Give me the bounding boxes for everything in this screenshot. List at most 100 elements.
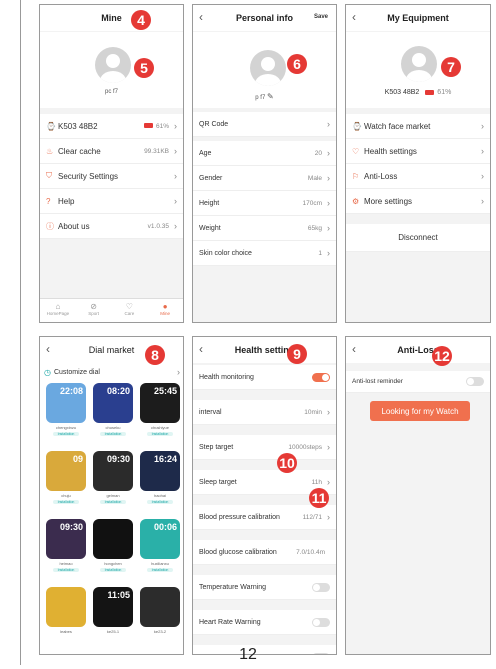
health-row[interactable]: interval 10min ›: [193, 400, 336, 425]
personal-rows: QR Code › Age 20 › Gender Male › Height 170cm › Wei…: [193, 112, 336, 266]
watch-face-name: chuseku: [105, 425, 121, 430]
callout-badge: 11: [309, 488, 329, 508]
chevron-right-icon: ›: [327, 173, 330, 183]
callout-badge: 9: [287, 344, 307, 364]
nav-homepage[interactable]: ⌂ HomePage: [40, 299, 76, 322]
personal-row[interactable]: Age 20 ›: [193, 141, 336, 166]
health-settings-screen: ‹ Health setting 9 Health monitoring inte…: [192, 336, 337, 655]
callout-badge: 7: [441, 57, 461, 77]
chevron-right-icon: ›: [174, 221, 177, 231]
watch-face-item[interactable]: 11:05 ke25-1: [93, 587, 133, 634]
health-rows: Health monitoring interval 10min › Step targ…: [193, 365, 336, 654]
nav-mine[interactable]: ● Mine: [147, 299, 183, 322]
sport-icon: ⊘: [90, 302, 97, 311]
page-title: My Equipment: [387, 13, 449, 23]
install-button[interactable]: Installation: [147, 432, 173, 436]
shield-icon: ⛉: [46, 171, 52, 180]
install-button[interactable]: Installation: [100, 500, 126, 504]
watch-face-item[interactable]: 22:08 chengxinzu Installation: [46, 383, 86, 436]
profile-section: 5 pc f7: [40, 32, 183, 108]
chevron-right-icon: ›: [481, 171, 484, 181]
edit-icon[interactable]: ✎: [267, 92, 274, 101]
chevron-right-icon: ›: [327, 248, 330, 258]
watch-face-name: gelman: [106, 493, 120, 498]
health-row[interactable]: Heart Rate Warning: [193, 610, 336, 635]
toggle-switch[interactable]: [312, 372, 330, 382]
nav-sport[interactable]: ⊘ Sport: [76, 299, 112, 322]
watch-face-name: haohai: [153, 493, 166, 498]
gear-icon: ⚙: [352, 196, 360, 206]
more-settings-row[interactable]: ⚙ More settings ›: [346, 189, 490, 214]
watch-face-item[interactable]: 16:24 haohai Installation: [140, 451, 180, 504]
page-number: 12: [239, 646, 257, 663]
personal-header: ‹ Personal info Save: [193, 5, 336, 31]
back-button[interactable]: ‹: [199, 342, 203, 356]
install-button[interactable]: Installation: [100, 432, 126, 436]
save-button[interactable]: Save: [314, 14, 328, 20]
watch-face-item[interactable]: 00:06 huxilianxu Installation: [140, 519, 180, 572]
install-button[interactable]: Installation: [100, 568, 126, 572]
install-button[interactable]: Installation: [147, 568, 173, 572]
watch-face-item[interactable]: 08:20 chuseku Installation: [93, 383, 133, 436]
watch-face-preview: 16:24: [140, 451, 180, 491]
device-name: K503 48B2: [384, 89, 420, 96]
watch-face-item[interactable]: ke23-2: [140, 587, 180, 634]
health-row[interactable]: Blood glucose calibration 7.0/10.4m: [193, 540, 336, 565]
install-button[interactable]: Installation: [53, 432, 79, 436]
health-row[interactable]: Health monitoring: [193, 365, 336, 390]
toggle-switch[interactable]: [312, 582, 330, 592]
nav-care[interactable]: ♡ Care: [112, 299, 148, 322]
health-row[interactable]: Blood pressure calibration 112/71 ›: [193, 505, 336, 530]
install-button[interactable]: Installation: [53, 500, 79, 504]
personal-row[interactable]: Height 170cm ›: [193, 191, 336, 216]
watch-face-preview: 09:30: [93, 451, 133, 491]
back-button[interactable]: ‹: [46, 342, 50, 356]
callout-badge: 12: [432, 346, 452, 366]
health-icon: ♡: [352, 146, 360, 156]
battery-icon: [425, 89, 435, 95]
watch-face-name: chengxinzu: [55, 425, 77, 430]
back-button[interactable]: ‹: [199, 10, 203, 24]
avatar[interactable]: [95, 47, 131, 83]
anti-loss-row[interactable]: ⚐ Anti-Loss ›: [346, 164, 490, 189]
watch-face-preview: 22:08: [46, 383, 86, 423]
install-button[interactable]: Installation: [147, 500, 173, 504]
personal-row[interactable]: QR Code ›: [193, 112, 336, 137]
clear-cache-row[interactable]: ♨ Clear cache 99.31KB ›: [40, 139, 183, 164]
health-settings-row[interactable]: ♡ Health settings ›: [346, 139, 490, 164]
callout-badge: 5: [134, 58, 154, 78]
info-icon: ⓘ: [46, 221, 54, 231]
health-row[interactable]: Temperature Warning: [193, 575, 336, 600]
chevron-right-icon: ›: [327, 512, 330, 522]
help-row[interactable]: ? Help ›: [40, 189, 183, 214]
personal-row[interactable]: Weight 65kg ›: [193, 216, 336, 241]
watch-icon: ⌚: [46, 121, 56, 131]
avatar[interactable]: [250, 50, 286, 86]
device-row[interactable]: ⌚ K503 48B2 61% ›: [40, 114, 183, 139]
callout-badge: 8: [145, 345, 165, 365]
anti-lost-toggle[interactable]: [466, 377, 484, 386]
customize-dial-row[interactable]: ◷ Customize dial ›: [44, 365, 180, 379]
watch-face-market-row[interactable]: ⌚ Watch face market ›: [346, 114, 490, 139]
watch-face-item[interactable]: leabes: [46, 587, 86, 634]
personal-row[interactable]: Gender Male ›: [193, 166, 336, 191]
chevron-right-icon: ›: [177, 367, 180, 377]
toggle-switch[interactable]: [312, 617, 330, 627]
disconnect-button[interactable]: Disconnect: [346, 224, 490, 252]
health-row[interactable]: Step target 10000steps ›: [193, 435, 336, 460]
my-equipment-screen: ‹ My Equipment 7 K503 48B2 61% ⌚ Watch f…: [345, 4, 491, 323]
personal-row[interactable]: Skin color choice 1 ›: [193, 241, 336, 266]
install-button[interactable]: Installation: [53, 568, 79, 572]
back-button[interactable]: ‹: [352, 342, 356, 356]
watch-face-item[interactable]: 25:45 chushiyue Installation: [140, 383, 180, 436]
watch-face-item[interactable]: hongchen Installation: [93, 519, 133, 572]
watch-face-item[interactable]: 09 chuju Installation: [46, 451, 86, 504]
find-watch-button[interactable]: Looking for my Watch: [370, 401, 470, 421]
watch-face-preview: 09:30: [46, 519, 86, 559]
watch-face-item[interactable]: 09:30 heimao Installation: [46, 519, 86, 572]
chevron-right-icon: ›: [327, 198, 330, 208]
back-button[interactable]: ‹: [352, 10, 356, 24]
about-us-row[interactable]: ⓘ About us v1.0.35 ›: [40, 214, 183, 239]
watch-face-item[interactable]: 09:30 gelman Installation: [93, 451, 133, 504]
security-settings-row[interactable]: ⛉ Security Settings ›: [40, 164, 183, 189]
